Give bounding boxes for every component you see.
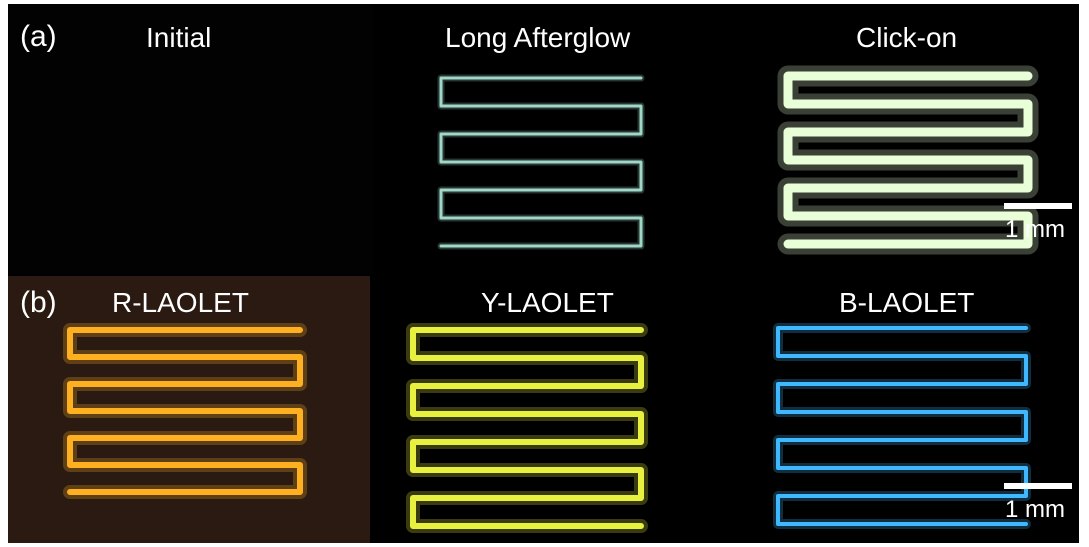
scalebar-label-b: 1 mm <box>1005 496 1065 523</box>
b-laolet-trace <box>776 326 1028 526</box>
label-b-laolet: B-LAOLET <box>839 287 975 318</box>
scalebar-b <box>1004 483 1072 489</box>
r-laolet-trace <box>67 327 303 495</box>
panel-letter-a: (a) <box>20 20 57 53</box>
label-initial: Initial <box>146 22 212 53</box>
label-long-afterglow: Long Afterglow <box>445 22 631 53</box>
label-y-laolet: Y-LAOLET <box>481 287 614 318</box>
figure: (a) Initial Long Afterglow Click-on 1 mm… <box>8 4 1079 543</box>
scalebar-a <box>1004 203 1072 209</box>
click-on-trace <box>783 71 1033 249</box>
y-laolet-trace <box>410 327 644 529</box>
scalebar-label-a: 1 mm <box>1005 216 1065 243</box>
label-click-on: Click-on <box>856 22 958 53</box>
panel-letter-b: (b) <box>20 286 57 319</box>
label-r-laolet: R-LAOLET <box>112 287 249 318</box>
